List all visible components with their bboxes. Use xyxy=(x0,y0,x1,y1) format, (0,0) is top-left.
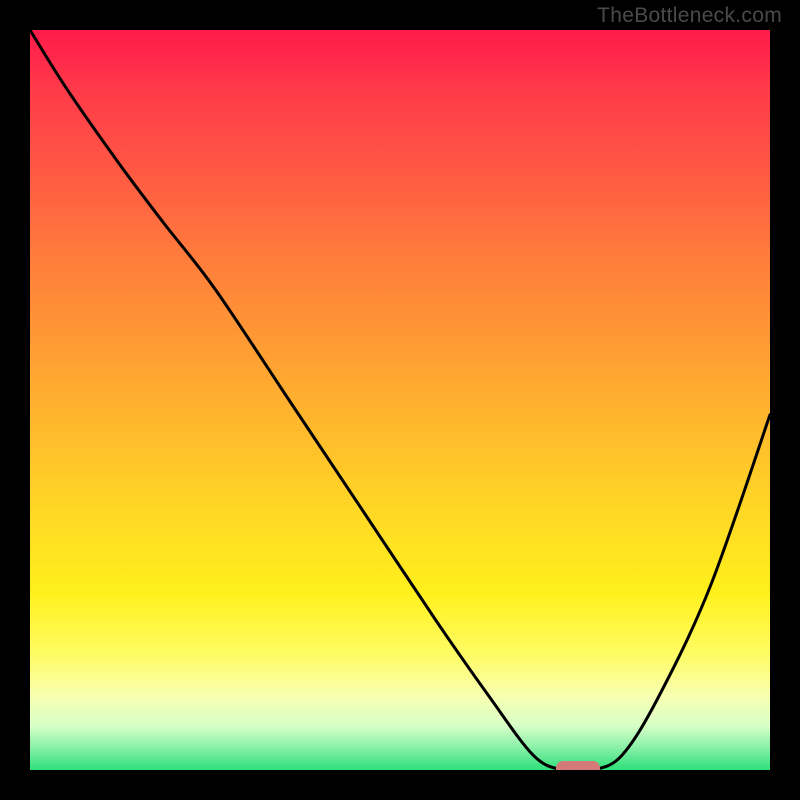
watermark-text: TheBottleneck.com xyxy=(597,4,782,28)
bottleneck-curve-path xyxy=(30,30,770,770)
optimal-point-marker xyxy=(556,761,600,770)
chart-plot-area xyxy=(30,30,770,770)
chart-curve-layer xyxy=(30,30,770,770)
